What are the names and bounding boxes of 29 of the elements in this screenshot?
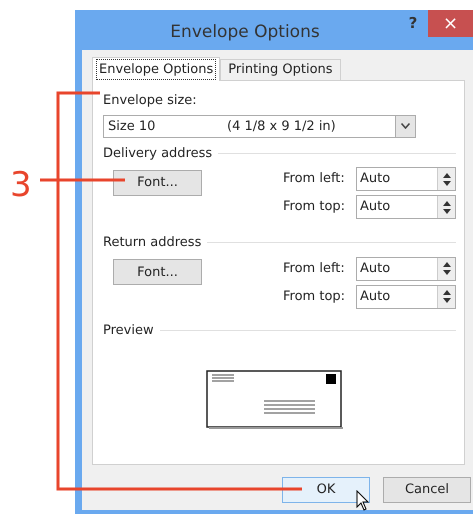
spin-field[interactable]: Auto <box>356 195 456 219</box>
ok-button[interactable]: OK <box>282 477 370 503</box>
chevron-down-icon[interactable] <box>395 116 415 136</box>
field-label: From top: <box>283 198 346 216</box>
tab[interactable]: Printing Options <box>220 59 341 80</box>
section-title: Delivery address <box>103 144 212 162</box>
field-label: From left: <box>283 170 346 188</box>
section-title: Preview <box>103 322 154 340</box>
spin-field[interactable]: Auto <box>356 167 456 191</box>
cancel-button[interactable]: Cancel <box>383 477 471 503</box>
spin-field[interactable]: Auto <box>356 256 456 280</box>
close-button[interactable]: × <box>428 10 473 37</box>
field-label: From left: <box>283 260 346 278</box>
field-label: From top: <box>283 288 346 306</box>
spin-arrows-icon[interactable] <box>437 258 455 280</box>
tab[interactable]: Envelope Options <box>92 57 220 81</box>
font-button[interactable]: Font... <box>113 259 202 286</box>
spin-arrows-icon[interactable] <box>437 196 455 218</box>
window-title: Envelope Options <box>169 21 321 44</box>
spin-arrows-icon[interactable] <box>437 286 455 308</box>
size-dropdown[interactable]: Size 10 (4 1/8 x 9 1/2 in) <box>103 114 416 138</box>
section-title: Return address <box>103 234 202 252</box>
mouse-pointer-icon <box>356 490 370 512</box>
spin-arrows-icon[interactable] <box>437 168 455 190</box>
spin-field[interactable]: Auto <box>356 284 456 308</box>
callout-number: 3 <box>10 164 32 207</box>
help-button[interactable]: ? <box>398 10 428 34</box>
field-label: Envelope size: <box>103 92 198 110</box>
font-button[interactable]: Font... <box>113 170 202 196</box>
